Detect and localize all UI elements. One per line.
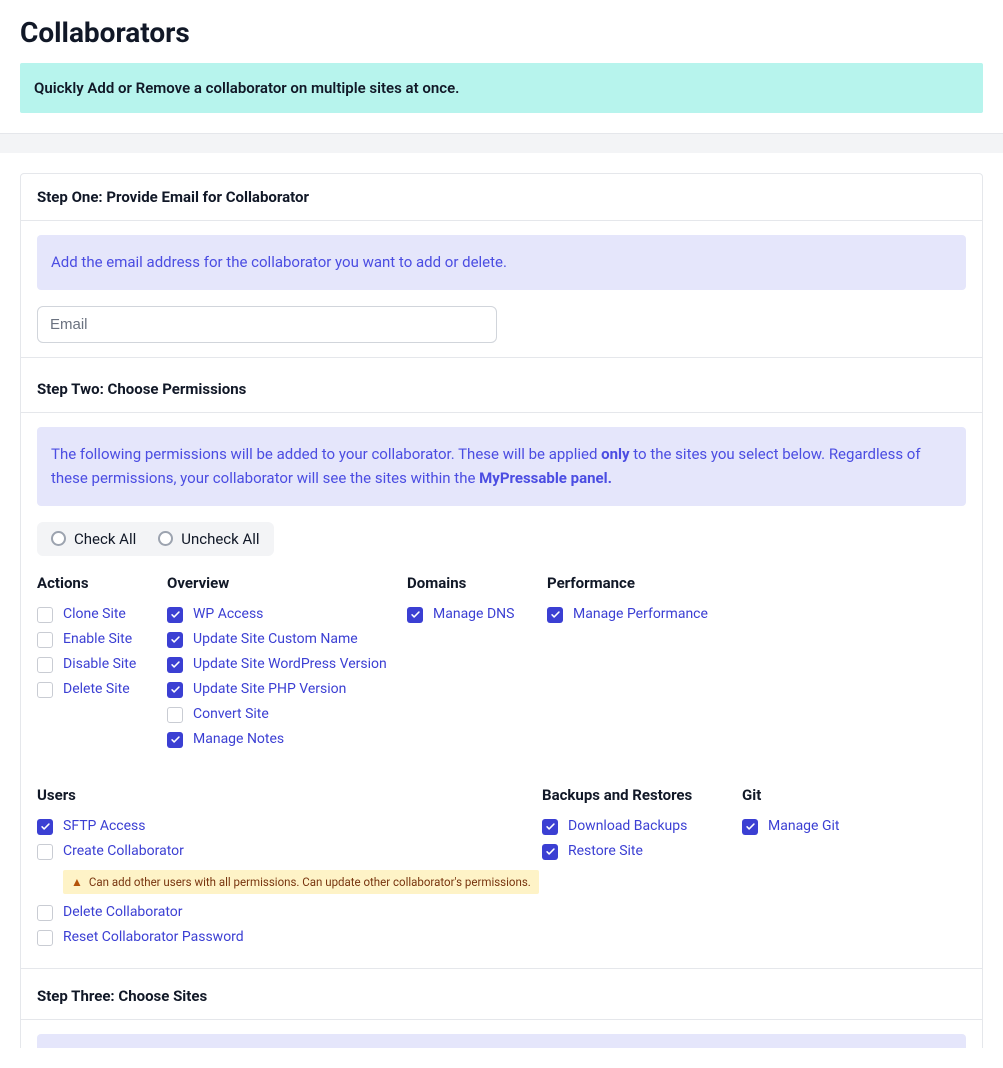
- permission-row: Manage DNS: [407, 606, 547, 623]
- users-heading: Users: [37, 786, 542, 804]
- permission-checkbox[interactable]: [742, 819, 758, 835]
- create-collaborator-warning: ▲ Can add other users with all permissio…: [63, 870, 539, 894]
- permission-checkbox[interactable]: [407, 607, 423, 623]
- permission-label[interactable]: Delete Collaborator: [63, 904, 183, 920]
- permission-checkbox[interactable]: [37, 632, 53, 648]
- permission-row: Disable Site: [37, 656, 167, 673]
- permission-row: Manage Git: [742, 818, 942, 835]
- performance-heading: Performance: [547, 574, 747, 592]
- permission-checkbox[interactable]: [37, 657, 53, 673]
- permission-label[interactable]: Manage DNS: [433, 606, 514, 622]
- permission-checkbox[interactable]: [167, 707, 183, 723]
- divider: [0, 133, 1003, 153]
- radio-icon: [51, 531, 66, 546]
- permission-row: Reset Collaborator Password: [37, 929, 542, 946]
- backups-heading: Backups and Restores: [542, 786, 742, 804]
- step-two-title: Step Two: Choose Permissions: [21, 357, 982, 413]
- permission-checkbox[interactable]: [167, 732, 183, 748]
- permission-label[interactable]: Restore Site: [568, 843, 643, 859]
- permission-label[interactable]: Delete Site: [63, 681, 130, 697]
- check-all-label: Check All: [74, 530, 136, 548]
- step-one-title: Step One: Provide Email for Collaborator: [21, 174, 982, 221]
- permission-row: SFTP Access: [37, 818, 542, 835]
- top-alert: Quickly Add or Remove a collaborator on …: [20, 63, 983, 113]
- permission-row: Manage Notes: [167, 731, 407, 748]
- permission-label[interactable]: WP Access: [193, 606, 263, 622]
- performance-column: Performance Manage Performance: [547, 574, 747, 756]
- check-toggle-group: Check All Uncheck All: [37, 522, 274, 556]
- permission-label[interactable]: Create Collaborator: [63, 843, 184, 859]
- uncheck-all-radio[interactable]: Uncheck All: [158, 530, 259, 548]
- permission-row: Manage Performance: [547, 606, 747, 623]
- check-all-radio[interactable]: Check All: [51, 530, 136, 548]
- permission-checkbox[interactable]: [37, 682, 53, 698]
- permission-checkbox[interactable]: [167, 607, 183, 623]
- page-title: Collaborators: [20, 16, 983, 49]
- permission-checkbox[interactable]: [37, 844, 53, 860]
- permission-checkbox[interactable]: [37, 930, 53, 946]
- permission-label[interactable]: Disable Site: [63, 656, 136, 672]
- permission-label[interactable]: Clone Site: [63, 606, 126, 622]
- permission-checkbox[interactable]: [167, 657, 183, 673]
- actions-column: Actions Clone Site Enable Site Disable Sit…: [37, 574, 167, 756]
- permission-label[interactable]: Download Backups: [568, 818, 687, 834]
- permission-checkbox[interactable]: [542, 844, 558, 860]
- permission-label[interactable]: SFTP Access: [63, 818, 146, 834]
- git-column: Git Manage Git: [742, 786, 942, 954]
- permission-checkbox[interactable]: [542, 819, 558, 835]
- permission-checkbox[interactable]: [37, 819, 53, 835]
- permission-row: WP Access: [167, 606, 407, 623]
- permission-label[interactable]: Update Site WordPress Version: [193, 656, 387, 672]
- step-one-card: Step One: Provide Email for Collaborator…: [20, 173, 983, 1048]
- permission-checkbox[interactable]: [37, 607, 53, 623]
- warning-icon: ▲: [71, 876, 83, 888]
- radio-icon: [158, 531, 173, 546]
- permission-row: Update Site Custom Name: [167, 631, 407, 648]
- permission-row: Create Collaborator: [37, 843, 542, 860]
- permission-label[interactable]: Manage Notes: [193, 731, 284, 747]
- step-three-info-cropped: [37, 1034, 966, 1048]
- permission-label[interactable]: Enable Site: [63, 631, 132, 647]
- overview-heading: Overview: [167, 574, 407, 592]
- domains-column: Domains Manage DNS: [407, 574, 547, 756]
- permission-row: Enable Site: [37, 631, 167, 648]
- permission-row: Convert Site: [167, 706, 407, 723]
- permission-row: Restore Site: [542, 843, 742, 860]
- permission-row: Update Site WordPress Version: [167, 656, 407, 673]
- permission-row: Delete Site: [37, 681, 167, 698]
- permission-label[interactable]: Update Site Custom Name: [193, 631, 358, 647]
- permission-checkbox[interactable]: [167, 682, 183, 698]
- permission-label[interactable]: Convert Site: [193, 706, 269, 722]
- uncheck-all-label: Uncheck All: [181, 530, 259, 548]
- email-field[interactable]: [37, 306, 497, 343]
- actions-heading: Actions: [37, 574, 167, 592]
- permission-label[interactable]: Manage Git: [768, 818, 839, 834]
- permission-label[interactable]: Manage Performance: [573, 606, 708, 622]
- permission-row: Download Backups: [542, 818, 742, 835]
- step-one-info: Add the email address for the collaborat…: [37, 235, 966, 290]
- backups-column: Backups and Restores Download Backups Res…: [542, 786, 742, 954]
- overview-column: Overview WP Access Update Site Custom Nam…: [167, 574, 407, 756]
- permission-checkbox[interactable]: [37, 905, 53, 921]
- permission-row: Delete Collaborator: [37, 904, 542, 921]
- permission-checkbox[interactable]: [167, 632, 183, 648]
- users-column: Users SFTP Access Create Collaborator ▲ C…: [37, 786, 542, 954]
- permission-label[interactable]: Reset Collaborator Password: [63, 929, 244, 945]
- git-heading: Git: [742, 786, 942, 804]
- permission-row: Update Site PHP Version: [167, 681, 407, 698]
- domains-heading: Domains: [407, 574, 547, 592]
- permission-label[interactable]: Update Site PHP Version: [193, 681, 346, 697]
- permission-checkbox[interactable]: [547, 607, 563, 623]
- permission-row: Clone Site: [37, 606, 167, 623]
- step-three-title: Step Three: Choose Sites: [21, 968, 982, 1020]
- step-two-info: The following permissions will be added …: [37, 427, 966, 506]
